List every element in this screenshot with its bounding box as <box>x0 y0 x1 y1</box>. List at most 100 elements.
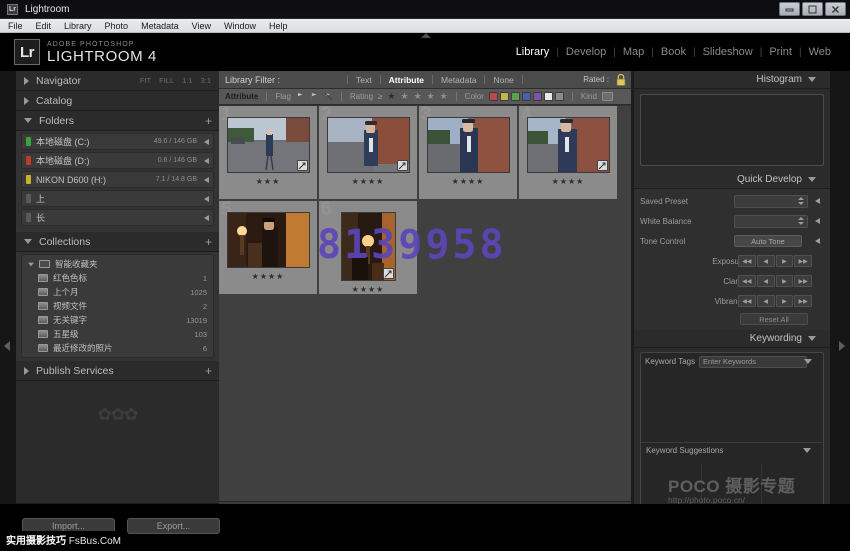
right-panel-edge[interactable] <box>830 71 850 534</box>
clarity-stepper[interactable]: ◀◀ ◀ ▶ ▶▶ <box>738 275 812 287</box>
collection-item-five-star[interactable]: 五星级 103 <box>22 327 213 341</box>
zoom-3-1[interactable]: 3:1 <box>201 76 211 85</box>
chevron-down-icon[interactable] <box>803 448 811 453</box>
collections-header[interactable]: Collections + <box>16 232 219 252</box>
color-swatch-green[interactable] <box>511 92 520 101</box>
grid-cell-6[interactable]: 6 <box>319 201 419 296</box>
rating-star-3[interactable]: ★ <box>414 92 422 101</box>
module-slideshow[interactable]: Slideshow <box>696 46 760 58</box>
add-publish-service-button[interactable]: + <box>205 365 212 377</box>
photo-thumbnail[interactable] <box>227 212 310 268</box>
exposure-dec-small[interactable]: ◀ <box>757 255 775 267</box>
crop-badge[interactable] <box>297 160 308 171</box>
grid-cell-2[interactable]: 2 <box>319 106 419 201</box>
photo-thumbnail[interactable] <box>327 117 410 173</box>
collection-item-red-label[interactable]: 红色色标 1 <box>22 271 213 285</box>
white-balance-expand-arrow[interactable] <box>815 218 820 224</box>
folder-expand-arrow[interactable] <box>204 139 209 145</box>
saved-preset-select[interactable] <box>734 195 808 208</box>
thumbnail-grid[interactable]: 1 <box>219 106 631 501</box>
filter-tab-metadata[interactable]: Metadata <box>433 75 484 85</box>
vibrance-dec-large[interactable]: ◀◀ <box>738 295 756 307</box>
exposure-inc-small[interactable]: ▶ <box>776 255 794 267</box>
maximize-button[interactable] <box>802 2 823 16</box>
crop-badge[interactable] <box>397 160 408 171</box>
folder-item-nikon[interactable]: NIKON D600 (H:) 7.1 / 14.8 GB <box>21 171 214 188</box>
folder-item-5[interactable]: 长 <box>21 209 214 226</box>
folder-expand-arrow[interactable] <box>204 158 209 164</box>
collection-item-recent[interactable]: 最近修改的照片 6 <box>22 341 213 355</box>
menu-edit[interactable]: Edit <box>36 21 52 31</box>
module-map[interactable]: Map <box>616 46 651 58</box>
keyword-input[interactable]: Enter Keywords <box>699 356 807 368</box>
menu-library[interactable]: Library <box>64 21 92 31</box>
right-panel-collapse-arrow[interactable] <box>839 341 845 351</box>
menu-photo[interactable]: Photo <box>105 21 129 31</box>
clarity-dec-small[interactable]: ◀ <box>757 275 775 287</box>
keywording-header[interactable]: Keywording <box>634 330 830 348</box>
navigator-header[interactable]: Navigator FIT FILL 1:1 3:1 <box>16 71 219 91</box>
flag-reject-icon[interactable] <box>324 92 333 101</box>
reset-all-button[interactable]: Reset All <box>740 313 808 325</box>
rating-star-2[interactable]: ★ <box>400 92 408 101</box>
photo-thumbnail[interactable] <box>341 212 396 281</box>
exposure-stepper[interactable]: ◀◀ ◀ ▶ ▶▶ <box>738 255 812 267</box>
chevron-down-icon[interactable] <box>804 359 812 364</box>
exposure-inc-large[interactable]: ▶▶ <box>794 255 812 267</box>
keyword-list-area[interactable] <box>641 370 823 442</box>
filter-tab-none[interactable]: None <box>485 75 521 85</box>
kind-master-photo-icon[interactable] <box>602 92 613 101</box>
vibrance-inc-small[interactable]: ▶ <box>776 295 794 307</box>
module-print[interactable]: Print <box>762 46 799 58</box>
photo-rating[interactable]: ★★★★ <box>552 177 585 186</box>
photo-rating[interactable]: ★★★★ <box>252 272 285 281</box>
quick-develop-header[interactable]: Quick Develop <box>634 171 830 189</box>
grid-cell-1[interactable]: 1 <box>219 106 319 201</box>
histogram-header[interactable]: Histogram <box>634 71 830 89</box>
publish-services-header[interactable]: Publish Services + <box>16 361 219 381</box>
color-swatch-gray[interactable] <box>555 92 564 101</box>
module-develop[interactable]: Develop <box>559 46 613 58</box>
tone-control-expand-arrow[interactable] <box>815 238 820 244</box>
rating-star-1[interactable]: ★ <box>387 92 395 101</box>
flag-pick-icon[interactable] <box>296 92 305 101</box>
collection-item-last-month[interactable]: 上个月 1025 <box>22 285 213 299</box>
rating-star-5[interactable]: ★ <box>440 92 448 101</box>
keyword-suggestions-grid[interactable] <box>641 458 823 510</box>
clarity-inc-large[interactable]: ▶▶ <box>794 275 812 287</box>
menu-view[interactable]: View <box>192 21 211 31</box>
grid-cell-3[interactable]: 3 ★★★★ <box>419 106 519 201</box>
photo-rating[interactable]: ★★★★ <box>352 177 385 186</box>
collection-item-no-keywords[interactable]: 无关键字 13019 <box>22 313 213 327</box>
clarity-dec-large[interactable]: ◀◀ <box>738 275 756 287</box>
rating-operator[interactable]: ≥ <box>378 92 382 101</box>
exposure-dec-large[interactable]: ◀◀ <box>738 255 756 267</box>
vibrance-dec-small[interactable]: ◀ <box>757 295 775 307</box>
grid-cell-5[interactable]: 5 ★★★★ <box>219 201 319 296</box>
keyword-suggestions-header[interactable]: Keyword Suggestions <box>641 442 823 458</box>
catalog-header[interactable]: Catalog <box>16 91 219 111</box>
flag-unflagged-icon[interactable] <box>310 92 319 101</box>
top-panel-toggle[interactable] <box>421 33 431 38</box>
rating-star-4[interactable]: ★ <box>427 92 435 101</box>
folders-header[interactable]: Folders + <box>16 111 219 131</box>
grid-cell-4[interactable]: 4 <box>519 106 619 201</box>
close-button[interactable] <box>825 2 846 16</box>
color-swatch-yellow[interactable] <box>500 92 509 101</box>
menu-metadata[interactable]: Metadata <box>141 21 179 31</box>
histogram-graph[interactable] <box>640 94 824 166</box>
photo-rating[interactable]: ★★★ <box>256 177 281 186</box>
add-folder-button[interactable]: + <box>205 115 212 127</box>
left-panel-edge[interactable] <box>0 71 16 534</box>
saved-preset-expand-arrow[interactable] <box>815 198 820 204</box>
photo-thumbnail[interactable] <box>527 117 610 173</box>
auto-tone-button[interactable]: Auto Tone <box>734 235 802 247</box>
zoom-fill[interactable]: FILL <box>159 76 174 85</box>
menu-file[interactable]: File <box>8 21 23 31</box>
minimize-button[interactable] <box>779 2 800 16</box>
vibrance-inc-large[interactable]: ▶▶ <box>794 295 812 307</box>
color-swatch-blue[interactable] <box>522 92 531 101</box>
crop-badge[interactable] <box>597 160 608 171</box>
folder-item-c[interactable]: 本地磁盘 (C:) 49.6 / 146 GB <box>21 133 214 150</box>
folder-expand-arrow[interactable] <box>204 177 209 183</box>
